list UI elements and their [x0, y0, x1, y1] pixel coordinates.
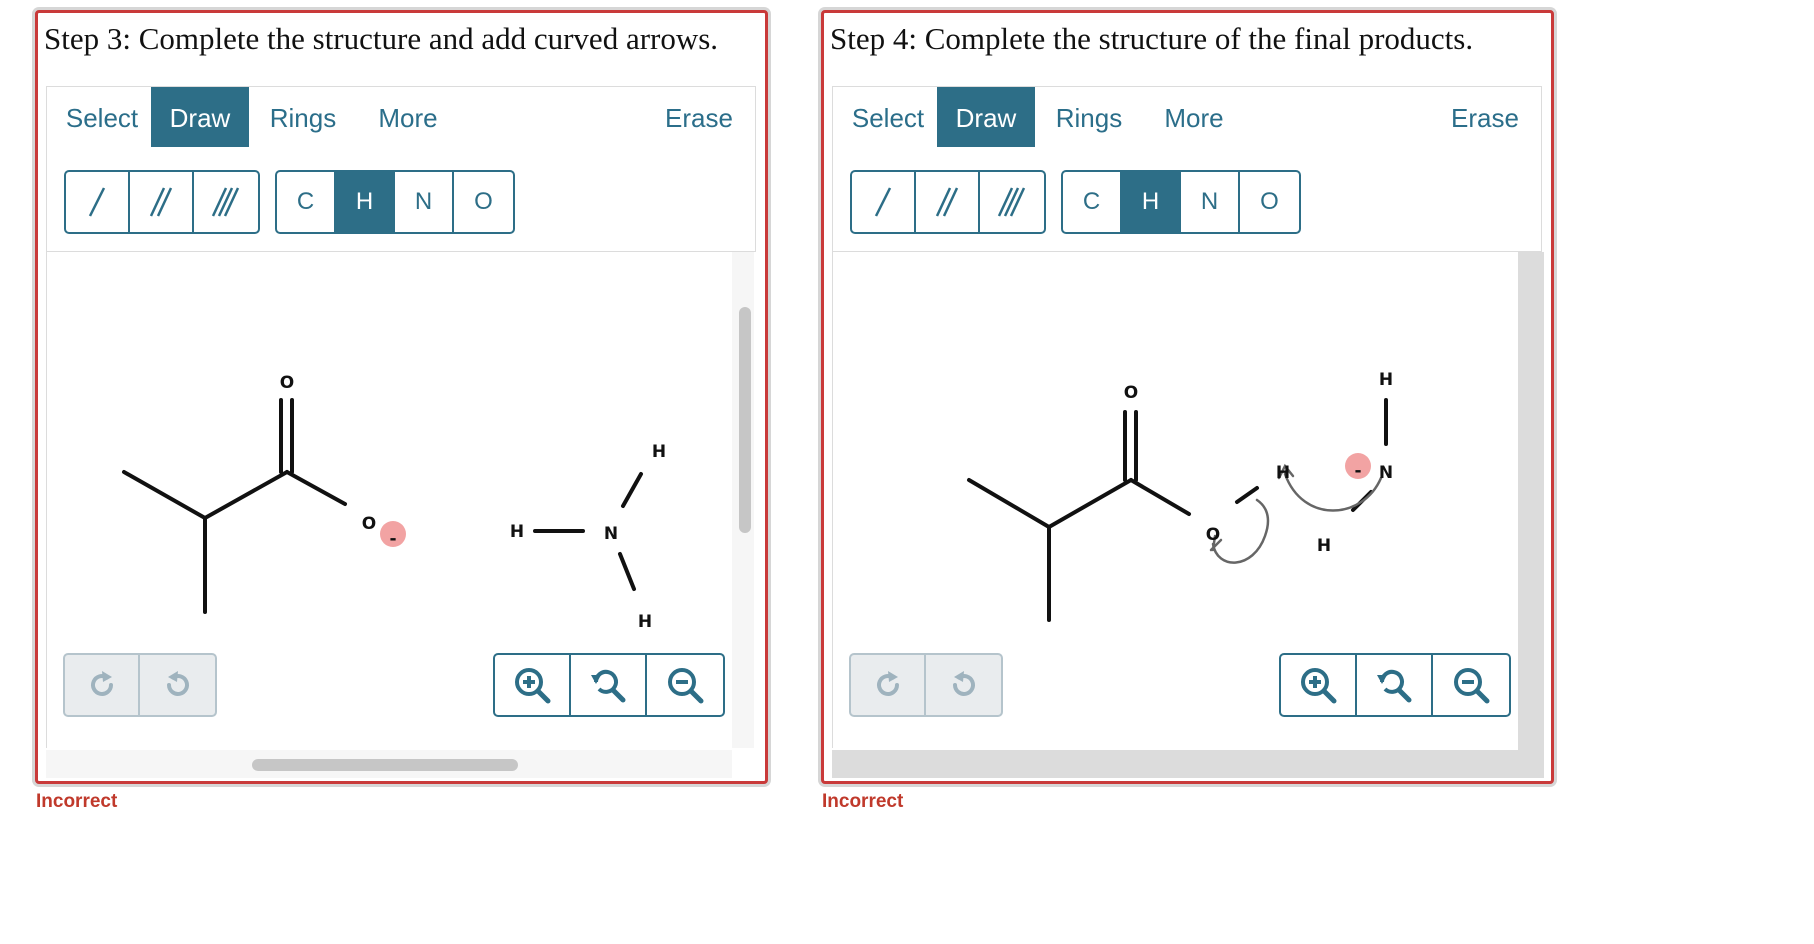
tool-tabs: Select Draw Rings More Erase: [46, 86, 756, 152]
single-bond-icon: [874, 187, 892, 217]
curved-arrow: [1211, 498, 1270, 564]
canvas-gutter-right: [1518, 252, 1544, 778]
redo-button[interactable]: [851, 655, 926, 715]
nitrogen: N: [1379, 463, 1393, 483]
step-4-title: Step 4: Complete the structure of the fi…: [830, 21, 1474, 56]
tab-select[interactable]: Select: [57, 87, 147, 147]
redo-icon: [90, 671, 113, 696]
canvas-gutter-bottom: [832, 750, 1544, 778]
triple-bond-button[interactable]: [980, 172, 1044, 232]
bond-buttons: [64, 170, 260, 234]
undo-button[interactable]: [926, 655, 1001, 715]
zoom-out-icon: [1454, 668, 1490, 704]
zoom-reset-button[interactable]: [571, 655, 647, 715]
triple-bond-icon: [997, 187, 1026, 217]
double-bond-button[interactable]: [916, 172, 980, 232]
zoom-reset-icon: [1377, 669, 1412, 703]
zoom-reset-button[interactable]: [1357, 655, 1433, 715]
atom-o-button[interactable]: O: [454, 172, 513, 232]
step-3-feedback: Incorrect: [36, 791, 118, 812]
step-4-feedback: Incorrect: [822, 791, 904, 812]
alkoxide-oxygen: O: [362, 514, 376, 534]
zoom-in-button[interactable]: [495, 655, 571, 715]
atom-h-button[interactable]: H: [1122, 172, 1181, 232]
hydrogen-top: H: [652, 442, 666, 462]
tab-more[interactable]: More: [359, 87, 457, 147]
tab-select[interactable]: Select: [843, 87, 933, 147]
tab-erase[interactable]: Erase: [657, 87, 741, 147]
tab-erase[interactable]: Erase: [1443, 87, 1527, 147]
bond: [1235, 486, 1259, 504]
negative-charge: -: [1354, 461, 1361, 481]
single-bond-button[interactable]: [66, 172, 130, 232]
single-bond-icon: [88, 187, 106, 217]
atom-n-button[interactable]: N: [395, 172, 454, 232]
tab-rings[interactable]: Rings: [1043, 87, 1135, 147]
zoom-out-button[interactable]: [647, 655, 723, 715]
zoom-buttons: [1279, 653, 1511, 717]
redo-button[interactable]: [65, 655, 140, 715]
step-3-panel: Step 3: Complete the structure and add c…: [35, 10, 768, 784]
bond: [1129, 478, 1191, 516]
undo-button[interactable]: [140, 655, 215, 715]
bond: [967, 478, 1051, 529]
atom-n-button[interactable]: N: [1181, 172, 1240, 232]
curved-arrow: [1283, 472, 1383, 512]
hydrogen-left: H: [510, 522, 524, 542]
double-bond-icon: [149, 187, 173, 217]
atom-buttons: C H N O: [1061, 170, 1301, 234]
bond: [621, 472, 643, 508]
bond: [203, 470, 289, 520]
zoom-out-icon: [668, 668, 704, 704]
history-buttons: [849, 653, 1003, 717]
vertical-scroll-thumb[interactable]: [739, 307, 751, 533]
zoom-in-icon: [515, 668, 551, 704]
tab-rings[interactable]: Rings: [257, 87, 349, 147]
zoom-reset-icon: [591, 669, 626, 703]
negative-charge: -: [389, 529, 396, 549]
bond: [285, 470, 347, 506]
bond-buttons: [850, 170, 1046, 234]
redo-icon: [876, 671, 899, 696]
atom-c-button[interactable]: C: [1063, 172, 1122, 232]
draw-options: C H N O: [46, 151, 756, 252]
bond: [618, 552, 636, 591]
bond: [122, 470, 207, 520]
double-bond-icon: [935, 187, 959, 217]
tab-draw[interactable]: Draw: [937, 87, 1035, 147]
tab-more[interactable]: More: [1145, 87, 1243, 147]
oxygen-accepting-h: O: [1206, 525, 1220, 545]
undo-icon: [952, 671, 975, 696]
zoom-buttons: [493, 653, 725, 717]
draw-options: C H N O: [832, 151, 1542, 252]
triple-bond-button[interactable]: [194, 172, 258, 232]
hydrogen-top: H: [1379, 370, 1393, 390]
atom-c-button[interactable]: C: [277, 172, 336, 232]
transferred-hydrogen: H: [1276, 463, 1290, 483]
atom-buttons: C H N O: [275, 170, 515, 234]
history-buttons: [63, 653, 217, 717]
bond: [1047, 478, 1133, 529]
triple-bond-icon: [211, 187, 240, 217]
step-3-title: Step 3: Complete the structure and add c…: [44, 21, 719, 56]
atom-o-button[interactable]: O: [1240, 172, 1299, 232]
hydrogen-bottom: H: [638, 612, 652, 632]
step-4-panel: Step 4: Complete the structure of the fi…: [821, 10, 1554, 784]
double-bond-button[interactable]: [130, 172, 194, 232]
undo-icon: [166, 671, 189, 696]
carbonyl-oxygen: O: [1124, 383, 1138, 403]
atom-h-button[interactable]: H: [336, 172, 395, 232]
hydrogen-bottom: H: [1317, 536, 1331, 556]
zoom-in-icon: [1301, 668, 1337, 704]
tab-draw[interactable]: Draw: [151, 87, 249, 147]
carbonyl-oxygen: O: [280, 373, 294, 393]
horizontal-scroll-thumb[interactable]: [252, 759, 518, 771]
zoom-in-button[interactable]: [1281, 655, 1357, 715]
nitrogen: N: [604, 524, 618, 544]
tool-tabs: Select Draw Rings More Erase: [832, 86, 1542, 152]
zoom-out-button[interactable]: [1433, 655, 1509, 715]
single-bond-button[interactable]: [852, 172, 916, 232]
